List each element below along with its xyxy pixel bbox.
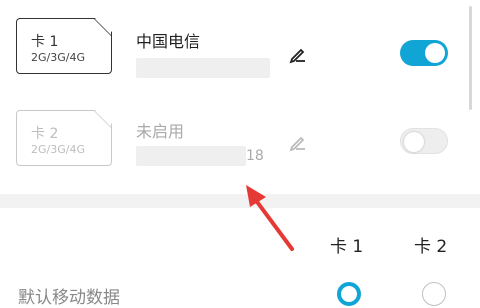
scrollbar[interactable] [469,6,472,110]
sim1-edit-icon[interactable] [288,44,308,64]
sim1-toggle-knob [425,43,445,63]
default-data-label: 默认移动数据 [18,288,120,308]
column-sim2: 卡 2 [414,237,448,257]
sim2-status: 未启用 [136,122,185,141]
sim1-card-icon: 卡 1 2G/3G/4G [16,18,112,74]
sim1-toggle[interactable] [400,40,448,66]
sim2-network: 2G/3G/4G [31,143,85,156]
default-data-sim1-radio[interactable] [337,282,361,306]
sim1-carrier-name: 中国电信 [136,32,201,51]
default-data-sim2-radio[interactable] [422,282,446,306]
sim2-number-suffix: 18 [246,148,264,164]
sim2-edit-icon[interactable] [288,132,308,152]
sim2-toggle-knob [404,132,424,152]
sim2-number-redacted [136,146,246,166]
sim1-number-redacted [136,58,270,78]
sim2-card-label: 卡 2 [31,126,59,142]
sim1-card-label: 卡 1 [31,34,59,50]
sim1-network: 2G/3G/4G [31,51,85,64]
sim2-toggle[interactable] [400,128,448,154]
column-sim1: 卡 1 [330,237,364,257]
red-arrow-annotation [246,185,294,251]
sim2-card-icon: 卡 2 2G/3G/4G [16,110,112,166]
